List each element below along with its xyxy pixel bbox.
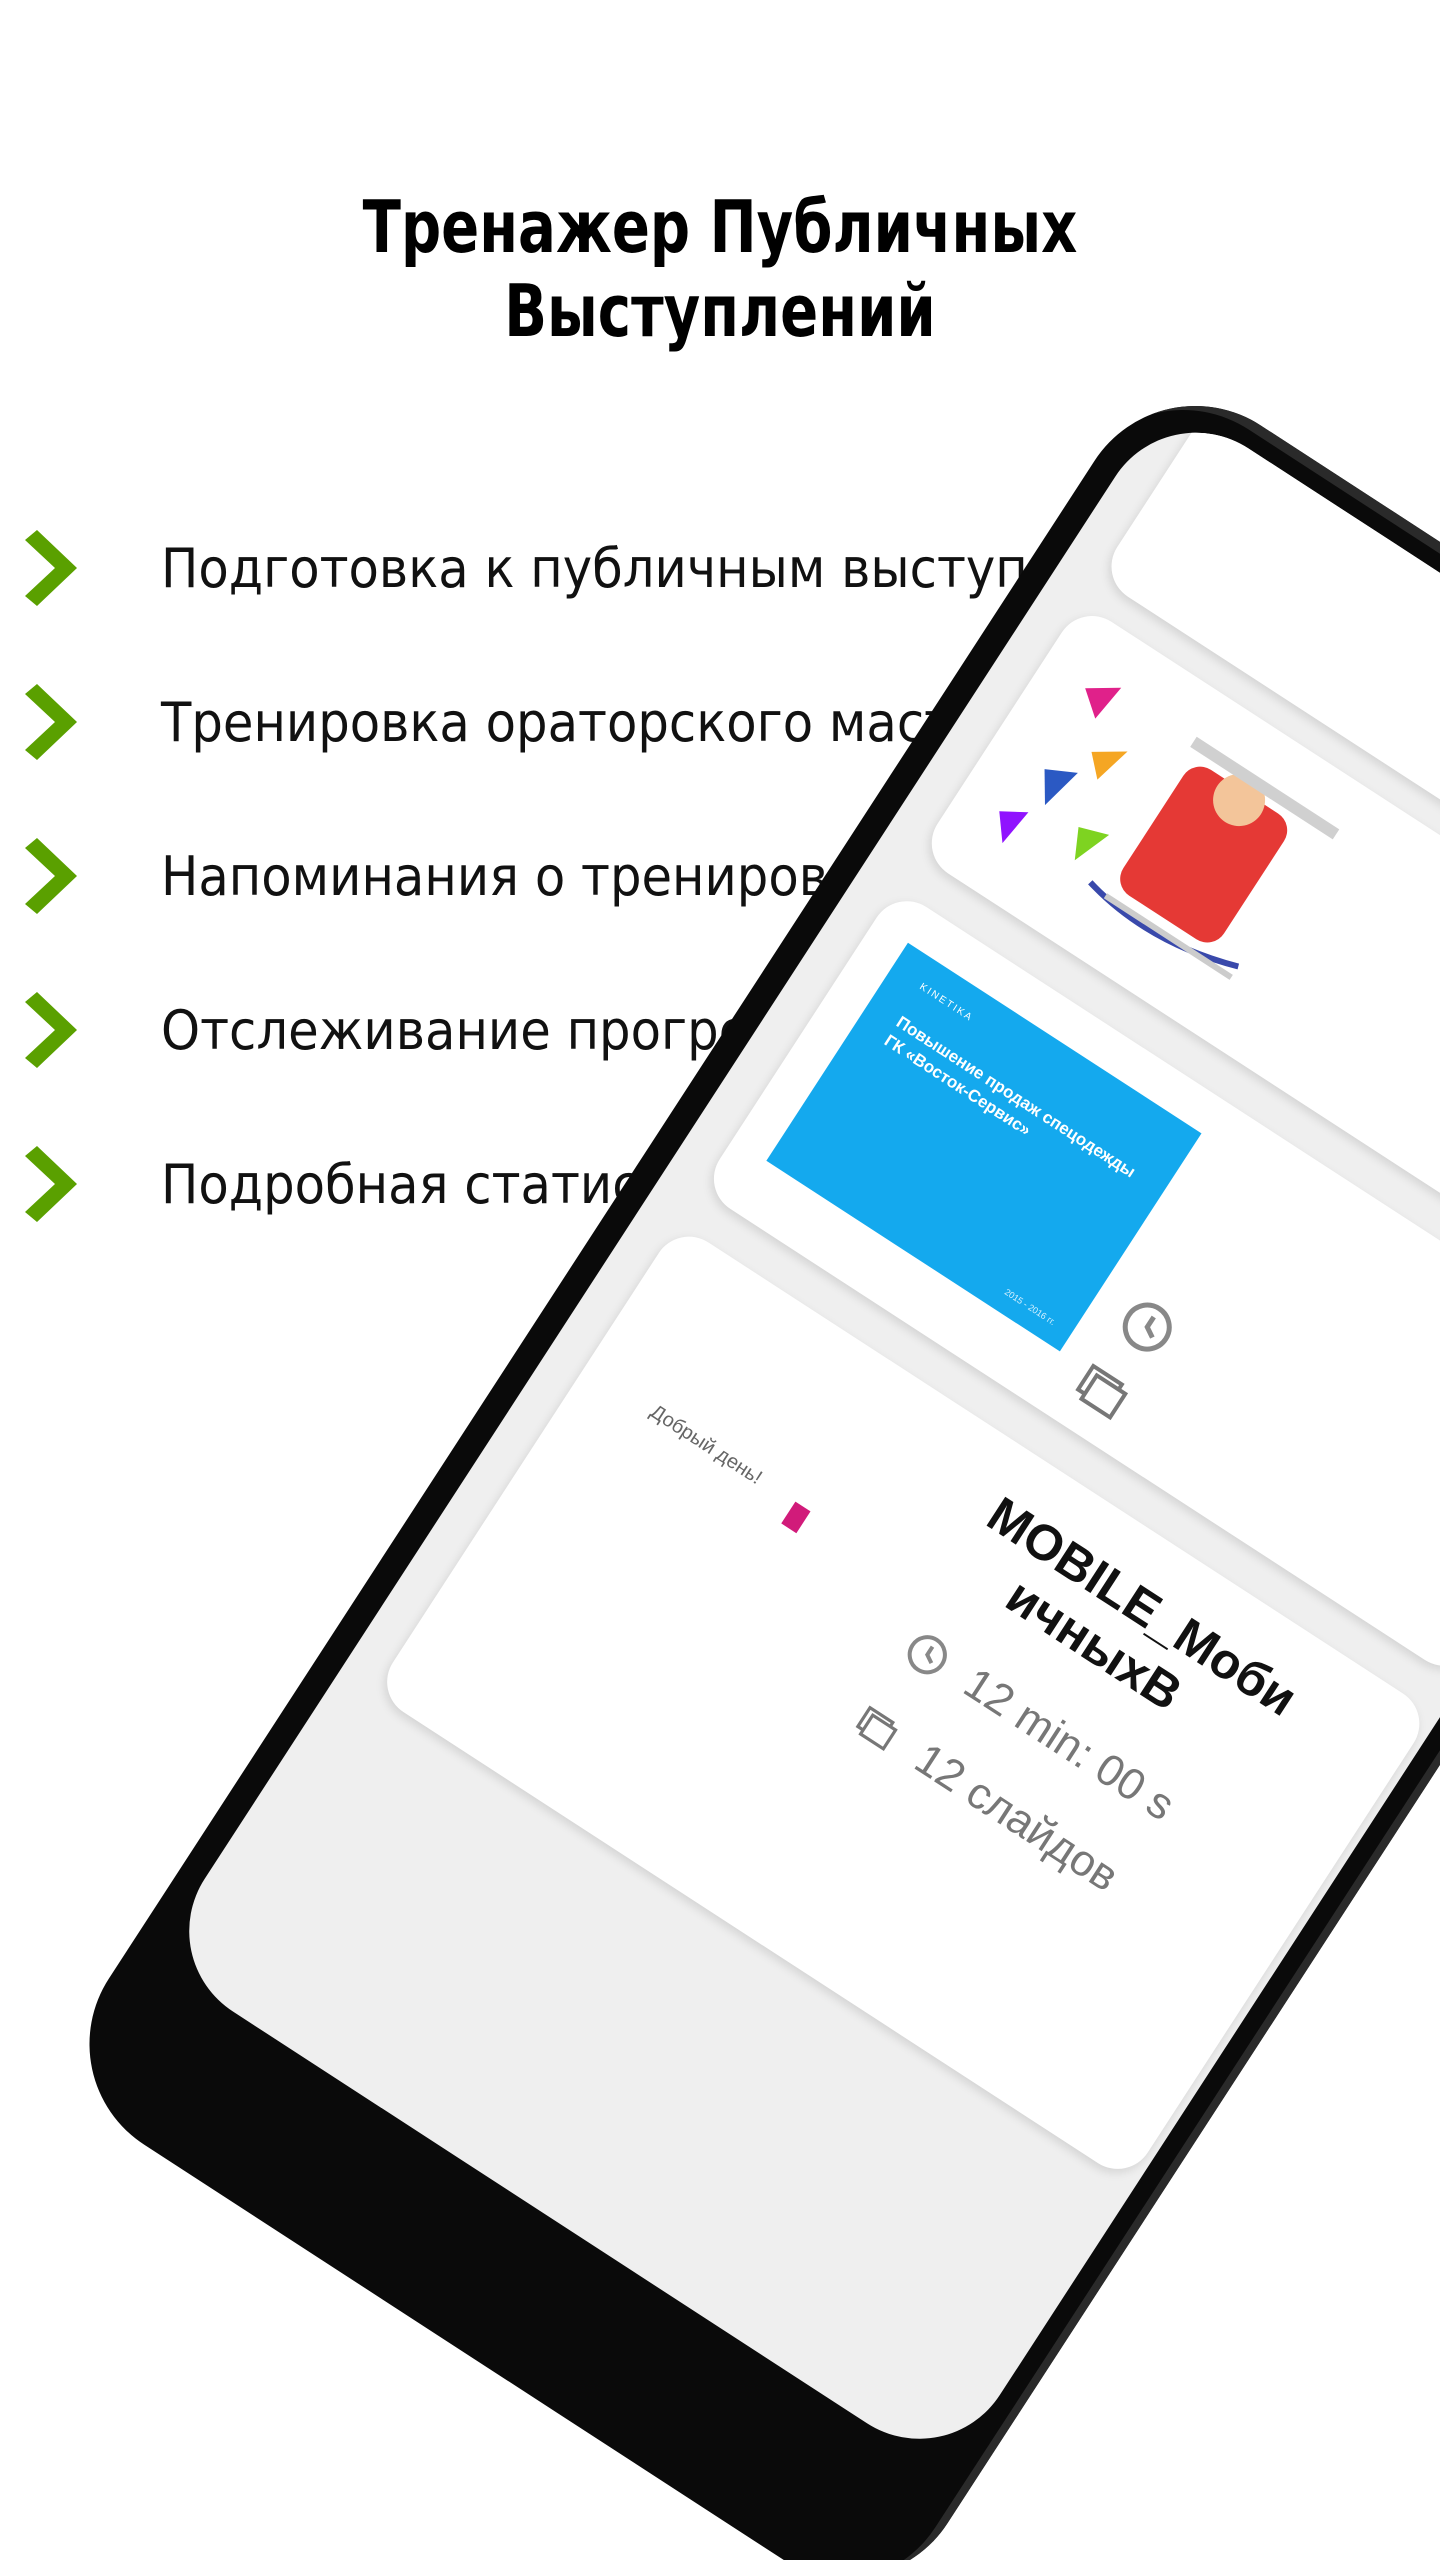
duration-meta — [1107, 1284, 1190, 1367]
slide-thumbnail: Добрый день! — [553, 1294, 965, 1674]
alarm-clock-icon — [1122, 1302, 1172, 1352]
slides-stack-icon — [1075, 1363, 1129, 1421]
phone-screen: KINETIKA Повышение продаж спецодежды ГК … — [152, 395, 1440, 2476]
alarm-clock-icon — [907, 1635, 947, 1675]
slide-logo-mark — [781, 1501, 811, 1534]
phone-mockup-area: KINETIKA Повышение продаж спецодежды ГК … — [0, 0, 1440, 2560]
slide-greeting: Добрый день! — [646, 1400, 766, 1490]
slides-stack-icon — [855, 1705, 898, 1752]
slide-brand: KINETIKA — [917, 981, 976, 1025]
slide-title: Повышение продаж спецодежды ГК «Восток-С… — [880, 1012, 1140, 1182]
slide-footer: 2015 - 2016 гг. — [1002, 1286, 1058, 1328]
phone-mockup: KINETIKA Повышение продаж спецодежды ГК … — [43, 360, 1440, 2560]
slides-meta — [1063, 1351, 1146, 1434]
